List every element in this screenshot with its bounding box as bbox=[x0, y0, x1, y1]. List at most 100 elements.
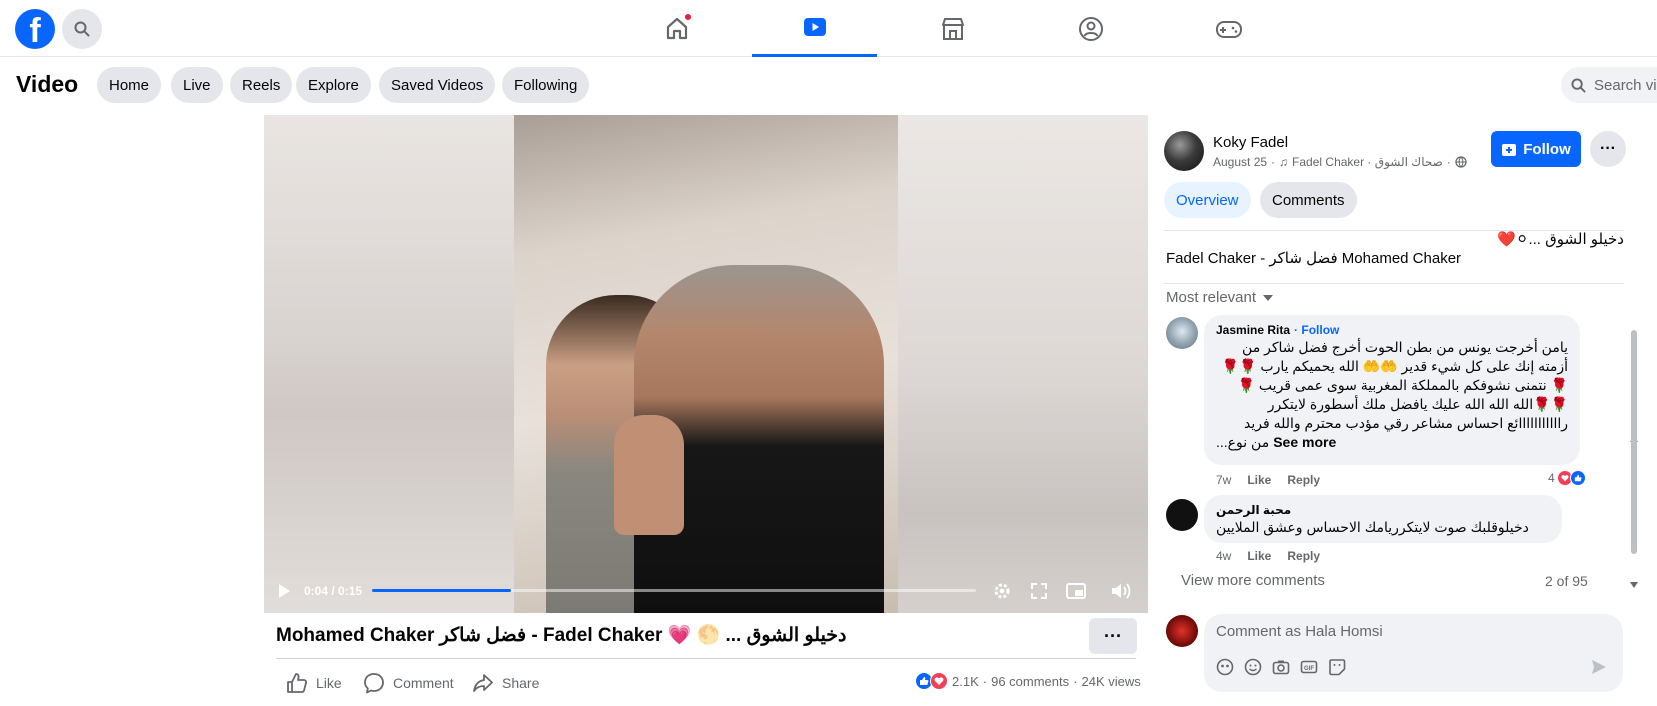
tab-overview[interactable]: Overview bbox=[1164, 182, 1251, 218]
pill-reels[interactable]: Reels bbox=[230, 67, 293, 103]
follow-label: Follow bbox=[1523, 140, 1571, 158]
share-button[interactable]: Share bbox=[472, 672, 539, 694]
comment-label: Comment bbox=[393, 675, 454, 691]
like-button[interactable]: Like bbox=[286, 672, 342, 694]
page-title: Video bbox=[16, 71, 79, 97]
avatar-sticker-icon[interactable] bbox=[1216, 658, 1234, 676]
pill-home[interactable]: Home bbox=[97, 67, 162, 103]
comment-reply-button[interactable]: Reply bbox=[1287, 473, 1320, 487]
comment-reply-button[interactable]: Reply bbox=[1287, 549, 1320, 563]
pill-explore[interactable]: Explore bbox=[296, 67, 371, 103]
top-navigation-bar: f bbox=[0, 0, 1657, 57]
picture-in-picture-icon[interactable] bbox=[1066, 581, 1086, 601]
marketplace-icon bbox=[941, 17, 964, 40]
comment-meta: 7w Like Reply bbox=[1216, 473, 1320, 487]
reaction-stats: 2.1K · 96 comments · 24K views bbox=[915, 672, 1141, 690]
comment-time[interactable]: 4w bbox=[1216, 549, 1231, 563]
comments-count[interactable]: 96 comments bbox=[991, 674, 1069, 689]
search-placeholder: Search vid bbox=[1594, 76, 1657, 94]
current-user-avatar[interactable] bbox=[1166, 615, 1198, 647]
nav-tab-marketplace[interactable] bbox=[890, 0, 1015, 57]
follow-button[interactable]: Follow bbox=[1491, 131, 1581, 167]
gaming-icon bbox=[1215, 20, 1242, 38]
reaction-count[interactable]: 2.1K bbox=[952, 674, 979, 689]
comment-author[interactable]: Jasmine Rita bbox=[1216, 323, 1290, 337]
thumbs-up-icon bbox=[287, 673, 308, 693]
see-more-link[interactable]: See more bbox=[1273, 433, 1336, 452]
comment-text: يامن أخرجت يونس من بطن الحوت أخرج فضل شا… bbox=[1216, 338, 1568, 452]
commenter-avatar[interactable] bbox=[1166, 499, 1198, 531]
video-player[interactable]: 0:04 / 0:15 bbox=[264, 115, 1148, 613]
comment-like-button[interactable]: Like bbox=[1247, 473, 1271, 487]
music-note-icon: ♫ bbox=[1279, 155, 1289, 169]
video-time: 0:04 / 0:15 bbox=[304, 584, 363, 598]
audio-track[interactable]: صحاك الشوق · Fadel Chaker bbox=[1292, 155, 1443, 169]
facebook-logo[interactable]: f bbox=[15, 9, 55, 49]
settings-gear-icon[interactable] bbox=[992, 581, 1012, 601]
comment-text: دخيلوقلبك صوت لايتكرريامك الاحساس وعشق ا… bbox=[1216, 519, 1529, 535]
comments-scrollbar[interactable] bbox=[1631, 330, 1637, 554]
fullscreen-icon[interactable] bbox=[1030, 582, 1048, 600]
peace-sign-hand bbox=[614, 415, 684, 535]
volume-icon[interactable] bbox=[1110, 581, 1132, 601]
globe-icon bbox=[1455, 156, 1467, 168]
emoji-icon[interactable] bbox=[1244, 658, 1262, 676]
video-subnav: Video Home Live Reels Explore Saved Vide… bbox=[0, 57, 1657, 115]
stats-separator: · bbox=[1073, 673, 1078, 689]
comment-reactions[interactable]: 4 bbox=[1548, 470, 1586, 486]
comment-like-button[interactable]: Like bbox=[1247, 549, 1271, 563]
pill-live[interactable]: Live bbox=[171, 67, 223, 103]
comment-meta: 4w Like Reply bbox=[1216, 549, 1320, 563]
camera-icon[interactable] bbox=[1272, 658, 1290, 676]
comment-author[interactable]: محبة الرحمن bbox=[1216, 503, 1550, 517]
search-icon bbox=[1571, 77, 1586, 93]
comment-line: يامن أخرجت يونس من بطن الحوت أخرج فضل شا… bbox=[1242, 339, 1568, 355]
send-icon[interactable] bbox=[1590, 658, 1608, 676]
groups-icon bbox=[1078, 16, 1103, 41]
sticker-icon[interactable] bbox=[1328, 658, 1346, 676]
comment-composer[interactable]: Comment as Hala Homsi GIF bbox=[1204, 614, 1623, 692]
post-more-button[interactable]: ··· bbox=[1590, 131, 1626, 167]
comment-follow-link[interactable]: · Follow bbox=[1294, 323, 1339, 337]
author-avatar[interactable] bbox=[1164, 131, 1204, 171]
share-label: Share bbox=[502, 675, 540, 691]
comment-time[interactable]: 7w bbox=[1216, 473, 1231, 487]
video-search-input[interactable]: Search vid bbox=[1561, 67, 1657, 103]
video-icon bbox=[803, 18, 826, 36]
comment-line: من نوع... bbox=[1216, 434, 1270, 450]
view-more-comments-link[interactable]: View more comments bbox=[1181, 572, 1325, 589]
sort-label: Most relevant bbox=[1166, 289, 1257, 306]
gif-icon[interactable]: GIF bbox=[1300, 658, 1318, 676]
notification-dot bbox=[684, 13, 692, 21]
commenter-avatar[interactable] bbox=[1166, 317, 1198, 349]
video-blur-left bbox=[264, 115, 514, 613]
nav-tab-home[interactable] bbox=[614, 0, 739, 57]
pill-saved-videos[interactable]: Saved Videos bbox=[379, 67, 496, 103]
post-meta: August 25 · ♫ صحاك الشوق · Fadel Chaker … bbox=[1213, 155, 1467, 169]
composer-placeholder[interactable]: Comment as Hala Homsi bbox=[1216, 623, 1383, 640]
play-icon[interactable] bbox=[276, 583, 292, 599]
tab-comments[interactable]: Comments bbox=[1260, 182, 1357, 218]
comment-line: رااااااااااائع احساس مشاعر رقي مؤدب محتر… bbox=[1244, 415, 1568, 431]
search-icon bbox=[74, 21, 90, 37]
nav-tab-groups[interactable] bbox=[1028, 0, 1153, 57]
like-label: Like bbox=[316, 675, 342, 691]
comment-bubble: محبة الرحمن دخيلوقلبك صوت لايتكرريامك ال… bbox=[1204, 495, 1562, 543]
love-reaction-icon bbox=[930, 672, 948, 690]
composer-tools: GIF bbox=[1216, 658, 1346, 676]
meta-dot: · bbox=[1446, 155, 1451, 169]
nav-tab-gaming[interactable] bbox=[1166, 0, 1291, 57]
sort-dropdown[interactable]: Most relevant bbox=[1166, 289, 1274, 306]
comment-button[interactable]: Comment bbox=[363, 672, 454, 694]
more-dots-icon: ··· bbox=[1600, 140, 1616, 157]
author-name[interactable]: Koky Fadel bbox=[1213, 134, 1288, 151]
pill-following[interactable]: Following bbox=[502, 67, 590, 103]
video-more-button[interactable]: ··· bbox=[1089, 618, 1137, 654]
search-button[interactable] bbox=[62, 9, 102, 49]
scroll-down-arrow-icon[interactable] bbox=[1629, 581, 1639, 589]
video-progress-bar[interactable] bbox=[372, 589, 976, 592]
video-blur-right bbox=[898, 115, 1148, 613]
post-date[interactable]: August 25 bbox=[1213, 155, 1267, 169]
nav-tab-video[interactable] bbox=[752, 0, 877, 57]
stats-separator: · bbox=[982, 673, 988, 689]
